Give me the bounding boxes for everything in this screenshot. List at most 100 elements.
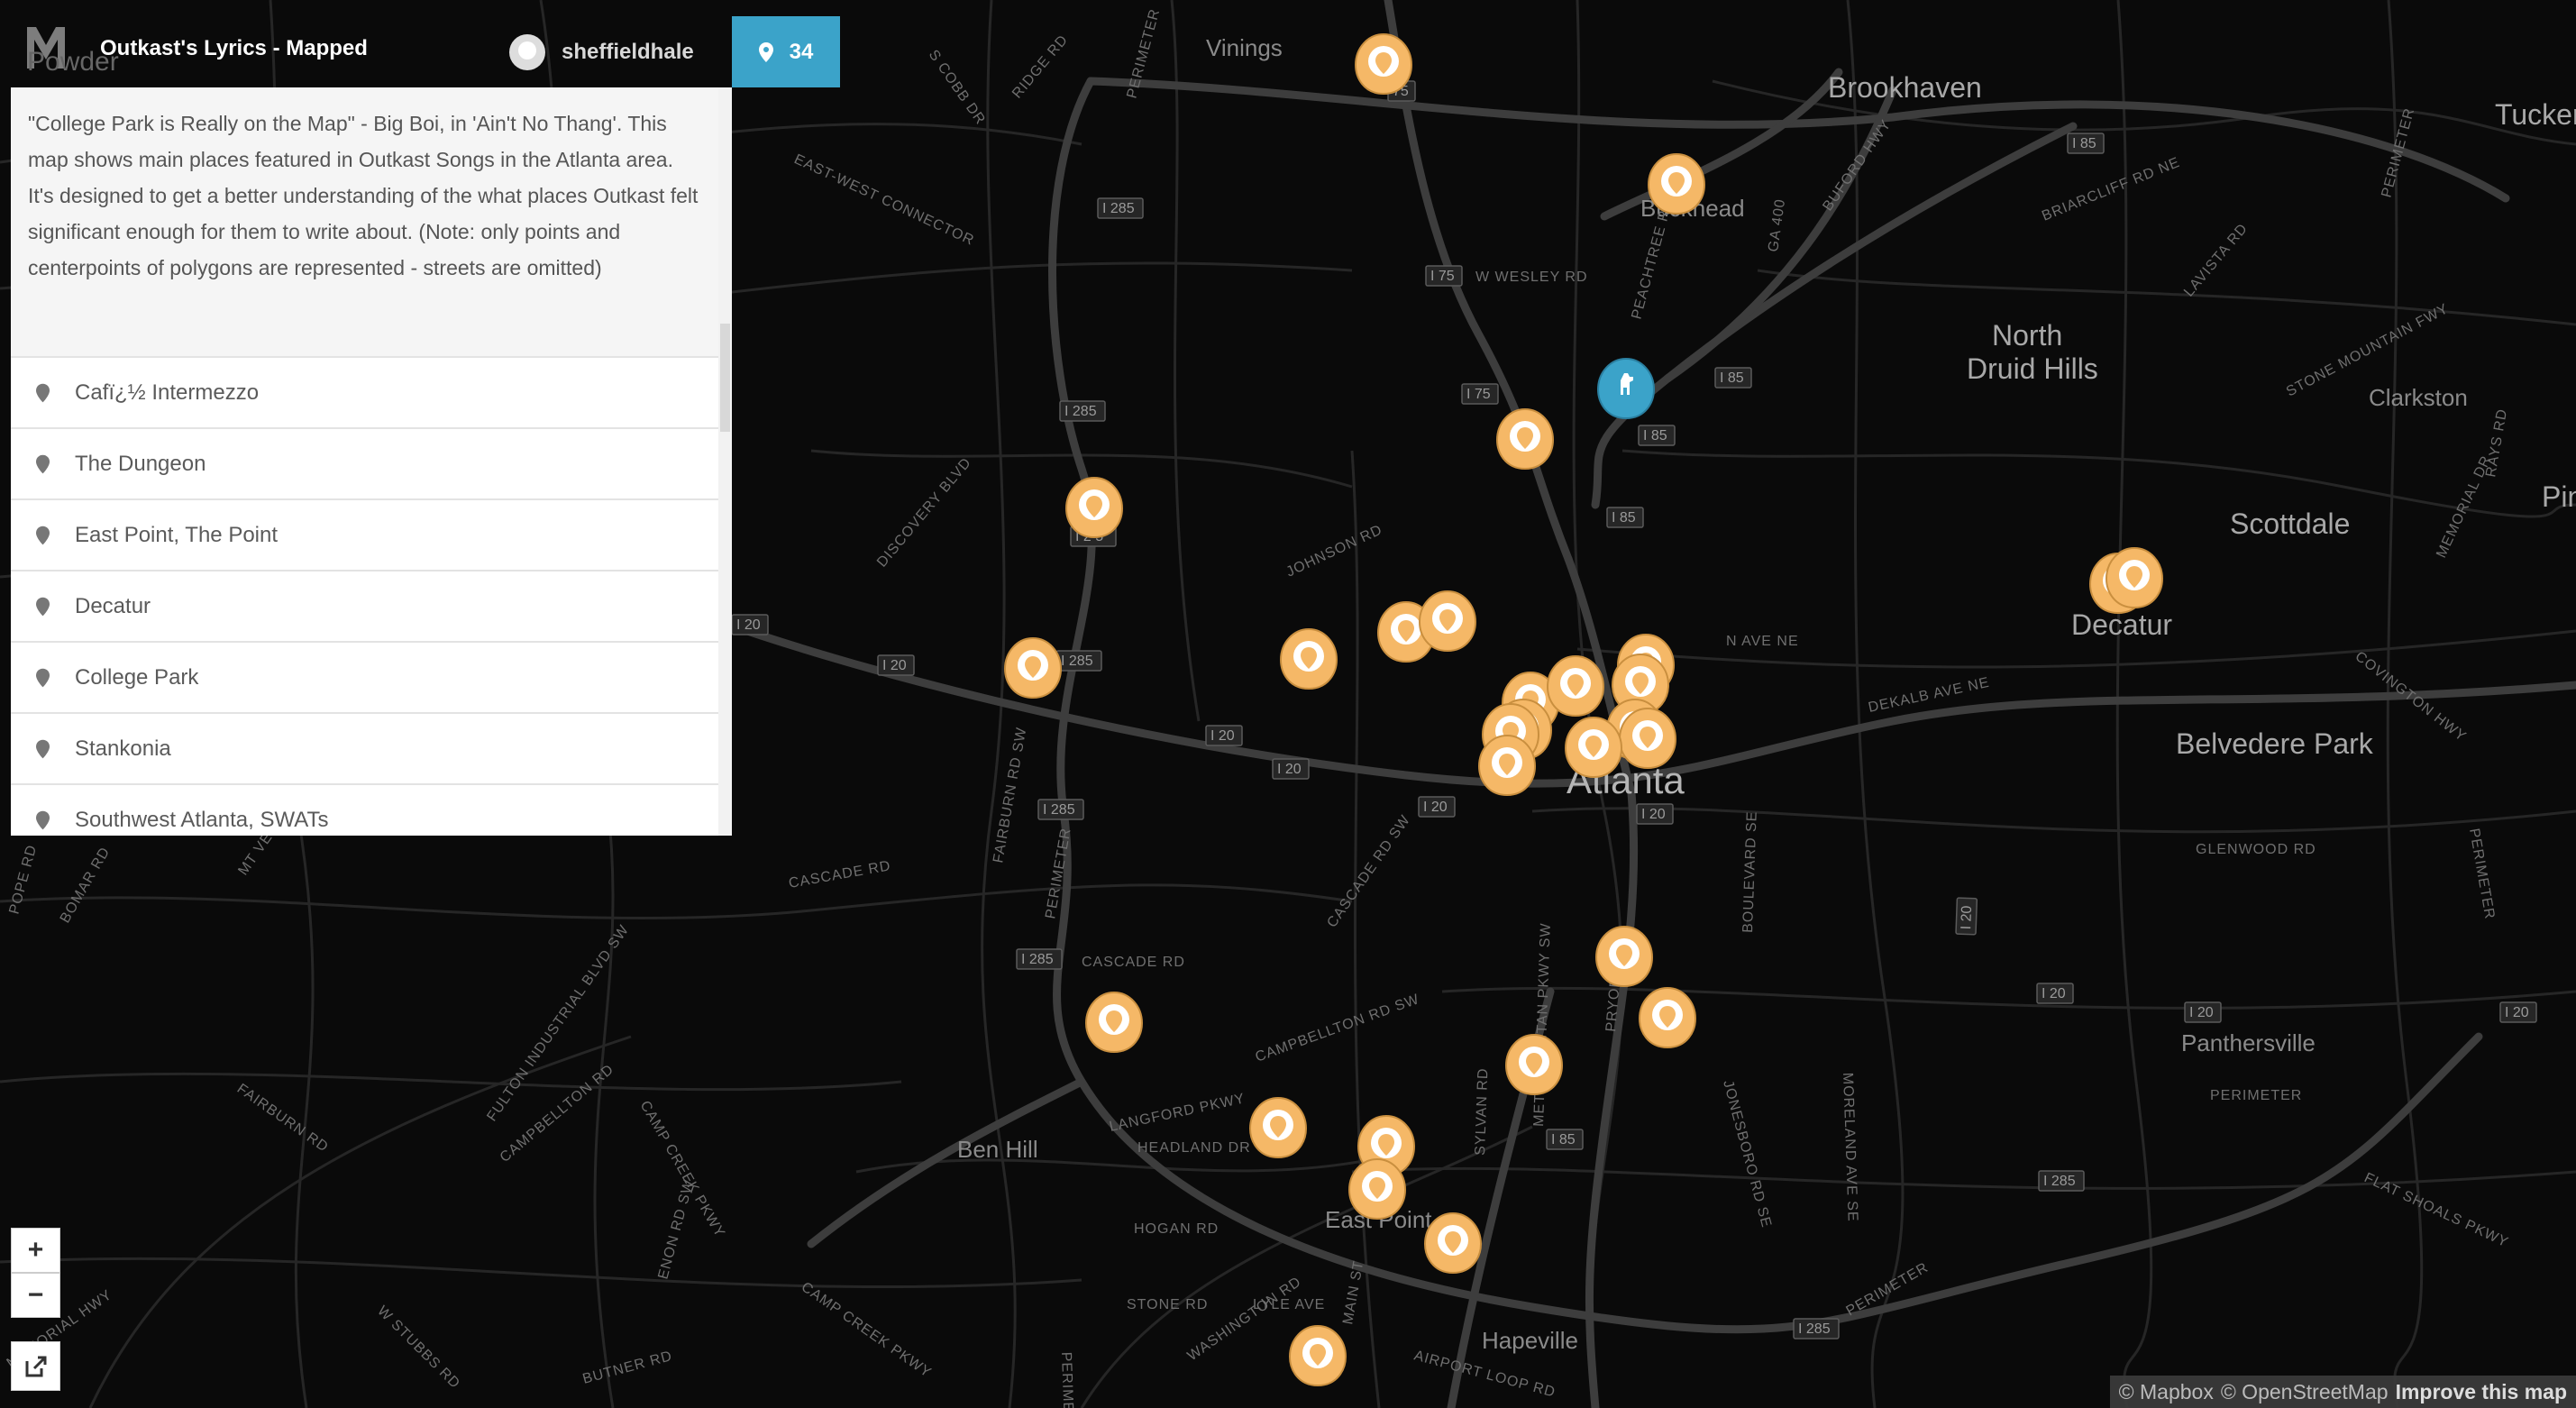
shield-label: I 20 xyxy=(2189,1005,2214,1020)
shield-label: I 20 xyxy=(1210,728,1235,744)
list-item-label: The Dungeon xyxy=(75,451,206,476)
shield-label: I 20 xyxy=(2042,986,2066,1001)
shield-label: I 20 xyxy=(882,658,907,673)
map-marker[interactable] xyxy=(1496,408,1554,470)
map-marker[interactable] xyxy=(1595,926,1653,987)
list-item-label: College Park xyxy=(75,664,199,690)
list-item-label: Stankonia xyxy=(75,736,171,761)
label-scottdale: Scottdale xyxy=(2230,507,2350,540)
share-button[interactable] xyxy=(11,1341,60,1391)
shield-label: I 85 xyxy=(1612,510,1636,526)
shield-label: I 285 xyxy=(1064,404,1097,419)
mapbox-attribution-link[interactable]: © Mapbox xyxy=(2119,1380,2214,1404)
map-attribution: © Mapbox © OpenStreetMap Improve this ma… xyxy=(2109,1376,2576,1408)
road-label: PERIMETER xyxy=(2210,1088,2302,1103)
road-label: GLENWOOD RD xyxy=(2196,842,2316,857)
osm-attribution-link[interactable]: © OpenStreetMap xyxy=(2221,1380,2389,1404)
header-bar: Powder Outkast's Lyrics - Mapped sheffie… xyxy=(0,0,732,87)
map-marker[interactable] xyxy=(1065,477,1123,538)
label-north-druid-2: Druid Hills xyxy=(1967,352,2098,385)
map-marker[interactable] xyxy=(1419,590,1476,652)
road-label: CASCADE RD xyxy=(1082,955,1185,970)
map-marker[interactable] xyxy=(1289,1325,1347,1386)
shield-label: I 75 xyxy=(1466,387,1491,402)
map-marker[interactable] xyxy=(1547,655,1604,717)
map-marker[interactable] xyxy=(1565,717,1622,778)
map-marker[interactable] xyxy=(1619,708,1676,769)
list-item[interactable]: Stankonia xyxy=(11,712,718,783)
map-marker[interactable] xyxy=(1639,987,1696,1048)
external-link-icon xyxy=(25,1356,46,1376)
label-hapeville: Hapeville xyxy=(1482,1327,1578,1354)
avatar[interactable] xyxy=(509,34,545,70)
shield-label: I 285 xyxy=(1043,802,1075,818)
label-ben-hill: Ben Hill xyxy=(957,1136,1038,1163)
list-item[interactable]: Cafï¿½ Intermezzo xyxy=(11,356,718,427)
marker-icon xyxy=(36,454,50,473)
list-item-label: Southwest Atlanta, SWATs xyxy=(75,807,329,832)
list-item-label: Decatur xyxy=(75,593,151,618)
road-label: LYLE AVE xyxy=(1253,1297,1325,1312)
list-item[interactable]: East Point, The Point xyxy=(11,498,718,570)
map-marker[interactable] xyxy=(1478,735,1536,796)
map-marker[interactable] xyxy=(1648,153,1705,215)
map-description: "College Park is Really on the Map" - Bi… xyxy=(11,87,718,356)
marker-icon xyxy=(758,41,773,62)
label-panthersville: Panthersville xyxy=(2181,1029,2316,1056)
shield-label: I 20 xyxy=(1423,800,1448,815)
shield-label: I 85 xyxy=(2072,136,2096,151)
shield-label: I 20 xyxy=(1641,807,1666,822)
list-item-label: East Point, The Point xyxy=(75,522,279,547)
marker-icon xyxy=(36,383,50,402)
map-marker[interactable] xyxy=(1355,33,1412,95)
shield-label: I 285 xyxy=(1021,952,1054,967)
label-tucker: Tucker xyxy=(2495,98,2576,131)
user-profile[interactable]: sheffieldhale xyxy=(509,34,694,70)
shield-label: I 285 xyxy=(1061,654,1093,669)
shield-label: I 285 xyxy=(1102,201,1135,216)
zoom-in-button[interactable]: + xyxy=(11,1228,60,1273)
map-marker[interactable] xyxy=(1505,1034,1563,1095)
list-item-label: Cafï¿½ Intermezzo xyxy=(75,379,260,405)
marker-icon xyxy=(36,668,50,687)
marker-icon xyxy=(36,597,50,616)
map-marker[interactable] xyxy=(1280,628,1338,690)
map-marker[interactable] xyxy=(1348,1158,1406,1220)
road-label: W WESLEY RD xyxy=(1475,270,1588,285)
list-item[interactable]: College Park xyxy=(11,641,718,712)
road-label: HOGAN RD xyxy=(1134,1221,1219,1237)
scrollbar-thumb[interactable] xyxy=(720,324,730,432)
list-item[interactable]: The Dungeon xyxy=(11,427,718,498)
label-north-druid-1: North xyxy=(1992,319,2062,352)
scrollbar-track[interactable] xyxy=(718,87,732,836)
map-title[interactable]: Outkast's Lyrics - Mapped xyxy=(100,36,368,61)
map-marker[interactable] xyxy=(1004,637,1062,699)
shield-label: I 20 xyxy=(1277,762,1302,777)
zoom-in-label: + xyxy=(27,1235,44,1265)
zoom-out-label: − xyxy=(27,1280,44,1310)
shield-label: I 285 xyxy=(1798,1321,1831,1337)
marker-icon xyxy=(36,526,50,544)
improve-map-link[interactable]: Improve this map xyxy=(2396,1380,2567,1404)
shield-label: I 75 xyxy=(1430,269,1455,284)
list-item[interactable]: Southwest Atlanta, SWATs xyxy=(11,783,718,836)
marker-icon xyxy=(36,810,50,829)
map-marker[interactable] xyxy=(2106,547,2163,608)
map-marker[interactable] xyxy=(1249,1097,1307,1158)
marker-icon xyxy=(36,739,50,758)
username[interactable]: sheffieldhale xyxy=(562,40,694,65)
shield-label: I 85 xyxy=(1643,428,1667,443)
shield-label: I 85 xyxy=(1551,1132,1576,1147)
map-marker[interactable] xyxy=(1085,992,1143,1053)
selected-marker[interactable] xyxy=(1596,357,1656,420)
shield-label: I 85 xyxy=(1720,370,1744,386)
label-clarkston: Clarkston xyxy=(2369,384,2468,411)
marker-count: 34 xyxy=(789,39,814,64)
marker-count-button[interactable]: 34 xyxy=(732,16,840,87)
shield-label: I 20 xyxy=(2505,1005,2529,1020)
list-item[interactable]: Decatur xyxy=(11,570,718,641)
road-label: STONE RD xyxy=(1127,1297,1208,1312)
zoom-out-button[interactable]: − xyxy=(11,1273,60,1318)
map-marker[interactable] xyxy=(1424,1212,1482,1274)
shield-label: I 20 xyxy=(736,617,761,633)
